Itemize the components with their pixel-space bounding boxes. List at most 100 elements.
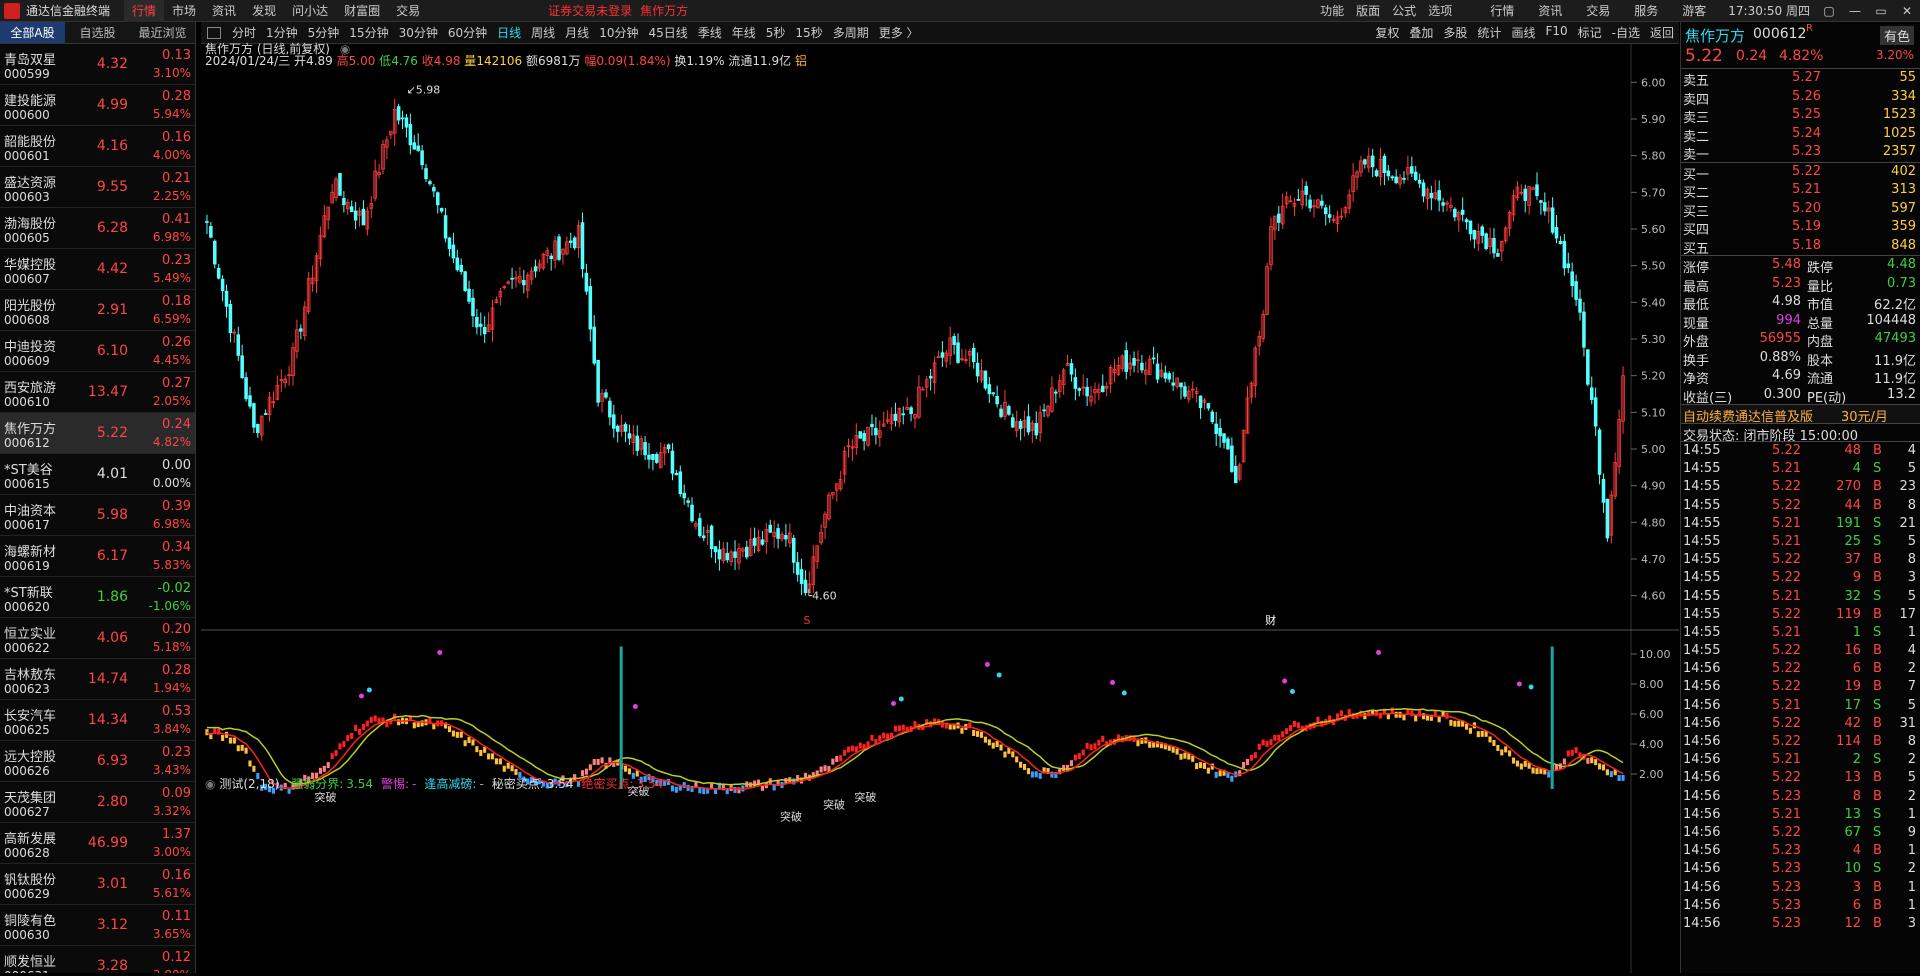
candle-body[interactable] [1605, 498, 1610, 539]
candle-body[interactable] [1230, 445, 1234, 472]
candle-body[interactable] [1441, 202, 1445, 206]
window-button-2[interactable]: ▭ [1868, 4, 1894, 18]
window-button-1[interactable]: — [1842, 4, 1868, 18]
candle-body[interactable] [252, 403, 256, 428]
candle-body[interactable] [1429, 192, 1434, 199]
candle-body[interactable] [1492, 238, 1496, 254]
candle-body[interactable] [674, 473, 679, 476]
stock-row[interactable]: 顺发恒业000631 3.28 0.12 3.80% [0, 946, 195, 973]
chart-tool-5[interactable]: F10 [1540, 24, 1572, 41]
candle-body[interactable] [1210, 411, 1215, 423]
stock-row[interactable]: 盛达资源 000603 9.55 0.21 2.25% [0, 167, 195, 208]
candle-body[interactable] [349, 206, 354, 213]
candle-body[interactable] [1601, 478, 1606, 503]
candle-body[interactable] [451, 244, 456, 259]
candle-body[interactable] [1226, 438, 1230, 450]
stock-tab-1[interactable]: 自选股 [65, 22, 130, 43]
candle-body[interactable] [795, 562, 800, 575]
menu-item-4[interactable]: 问小达 [284, 0, 336, 22]
period-tab-3[interactable]: 15分钟 [344, 24, 393, 41]
candle-body[interactable] [1277, 213, 1281, 223]
candle-body[interactable] [396, 106, 401, 121]
stock-row[interactable]: 中油资本 000617 5.98 0.39 6.98% [0, 495, 195, 536]
candle-body[interactable] [1578, 298, 1582, 313]
layout-icon[interactable] [207, 26, 221, 39]
candle-body[interactable] [228, 304, 233, 334]
candle-body[interactable] [463, 271, 467, 291]
candle-body[interactable] [447, 237, 452, 250]
candle-body[interactable] [533, 266, 538, 272]
candle-body[interactable] [1054, 391, 1058, 394]
candle-body[interactable] [1539, 200, 1543, 203]
candle-body[interactable] [1550, 207, 1555, 233]
candle-body[interactable] [592, 326, 596, 364]
period-tab-2[interactable]: 5分钟 [303, 24, 345, 41]
stock-row[interactable]: 阳光股份 000608 2.91 0.18 6.59% [0, 290, 195, 331]
quote-sector-button[interactable]: 有色 [1879, 26, 1914, 45]
candle-body[interactable] [999, 408, 1003, 417]
candle-body[interactable] [956, 342, 960, 363]
stock-row[interactable]: 海螺新材 000619 6.17 0.34 5.83% [0, 536, 195, 577]
period-tab-0[interactable]: 分时 [227, 24, 261, 41]
candle-body[interactable] [1417, 179, 1422, 184]
top-right-menu-0[interactable]: 功能 [1314, 2, 1350, 19]
candle-body[interactable] [459, 264, 463, 272]
candle-body[interactable] [1382, 155, 1387, 173]
book-row[interactable]: 买二 5.21 313 [1681, 181, 1920, 201]
candle-body[interactable] [482, 327, 487, 335]
candle-body[interactable] [471, 297, 475, 317]
candle-body[interactable] [1480, 226, 1484, 236]
candle-body[interactable] [220, 278, 225, 292]
candle-body[interactable] [745, 546, 749, 558]
candle-body[interactable] [940, 352, 945, 358]
candle-body[interactable] [655, 454, 659, 463]
candle-body[interactable] [1453, 208, 1457, 218]
candle-body[interactable] [1198, 395, 1203, 408]
candle-body[interactable] [1140, 362, 1144, 371]
candle-body[interactable] [1179, 382, 1183, 388]
book-row[interactable]: 买四 5.19 359 [1681, 218, 1920, 238]
candle-body[interactable] [909, 407, 913, 415]
candle-body[interactable] [1218, 427, 1222, 437]
candle-body[interactable] [1288, 200, 1293, 203]
candle-body[interactable] [670, 450, 675, 474]
candle-body[interactable] [921, 388, 925, 391]
candle-body[interactable] [1042, 409, 1046, 412]
candle-body[interactable] [1308, 199, 1312, 209]
candle-body[interactable] [901, 413, 906, 416]
book-row[interactable]: 卖四 5.26 334 [1681, 88, 1920, 108]
candle-body[interactable] [858, 431, 863, 439]
candle-body[interactable] [1363, 159, 1367, 165]
candle-body[interactable] [236, 334, 241, 356]
candle-body[interactable] [1535, 184, 1539, 197]
candle-body[interactable] [416, 145, 420, 151]
candle-body[interactable] [572, 237, 577, 249]
candle-body[interactable] [1124, 350, 1129, 372]
top-right-menu-2[interactable]: 公式 [1386, 2, 1422, 19]
candle-body[interactable] [1100, 385, 1105, 392]
candle-body[interactable] [1554, 227, 1559, 239]
candle-body[interactable] [361, 208, 366, 226]
candle-body[interactable] [1566, 263, 1571, 269]
candle-body[interactable] [1390, 176, 1395, 179]
stock-row[interactable]: *ST美谷 000615 4.01 0.00 0.00% [0, 454, 195, 495]
top-right-menu-1[interactable]: 版面 [1350, 2, 1386, 19]
candle-body[interactable] [1214, 423, 1218, 435]
candle-body[interactable] [791, 537, 796, 563]
candle-body[interactable] [1151, 357, 1156, 360]
indicator-settings-icon[interactable]: ◉ [205, 777, 215, 791]
candle-body[interactable] [522, 280, 526, 286]
candle-body[interactable] [1296, 198, 1301, 201]
candle-body[interactable] [1018, 421, 1023, 429]
candle-body[interactable] [428, 181, 432, 185]
candle-body[interactable] [1437, 190, 1441, 201]
stock-tab-0[interactable]: 全部A股 [0, 22, 65, 43]
candle-body[interactable] [1323, 207, 1328, 215]
chart-svg[interactable]: 6.00 5.90 5.80 5.70 5.60 5.50 5.40 5.30 5.20 5.10… [201, 44, 1679, 973]
period-tab-10[interactable]: 45日线 [643, 24, 692, 41]
candle-body[interactable] [995, 395, 999, 405]
candle-body[interactable] [690, 504, 694, 522]
candle-body[interactable] [1206, 403, 1211, 409]
candle-body[interactable] [627, 433, 632, 439]
kline-chart[interactable]: 6.00 5.90 5.80 5.70 5.60 5.50 5.40 5.30 5.20 5.10… [201, 42, 1679, 973]
